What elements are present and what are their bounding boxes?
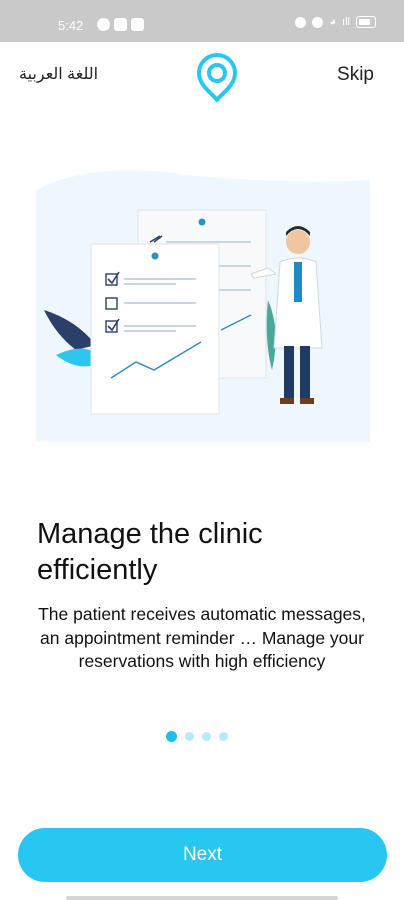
doctor-with-checklist-illustration (36, 170, 370, 442)
pagination-dot-3[interactable] (202, 732, 211, 741)
cloud-icon (114, 18, 127, 31)
linkedin-icon (131, 18, 144, 31)
top-bar: اللغة العربية Skip (0, 42, 404, 112)
language-switch-link[interactable]: اللغة العربية (19, 64, 98, 84)
skip-button[interactable]: Skip (337, 64, 374, 86)
pagination-dot-1[interactable] (166, 731, 177, 742)
whatsapp-icon (97, 18, 110, 31)
pagination-dot-4[interactable] (219, 732, 228, 741)
home-indicator (66, 896, 338, 900)
system-icons: ◕ ıll (295, 16, 376, 28)
slide-title: Manage the clinic efficiently (37, 518, 263, 586)
signal-icon: ıll (342, 16, 350, 28)
status-time: 5:42 (58, 18, 84, 33)
wifi-icon: ◕ (329, 16, 337, 28)
pagination-dots (166, 731, 228, 742)
notification-icons (97, 18, 144, 31)
battery-icon (356, 16, 376, 28)
alarm-icon (312, 16, 324, 28)
location-pin-logo-icon (196, 53, 238, 102)
slide-description: The patient receives automatic messages,… (38, 604, 366, 671)
vibrate-icon (295, 16, 307, 28)
status-bar: 5:42 ◕ ıll (0, 0, 404, 42)
next-button[interactable]: Next (18, 828, 387, 882)
pagination-dot-2[interactable] (185, 732, 194, 741)
